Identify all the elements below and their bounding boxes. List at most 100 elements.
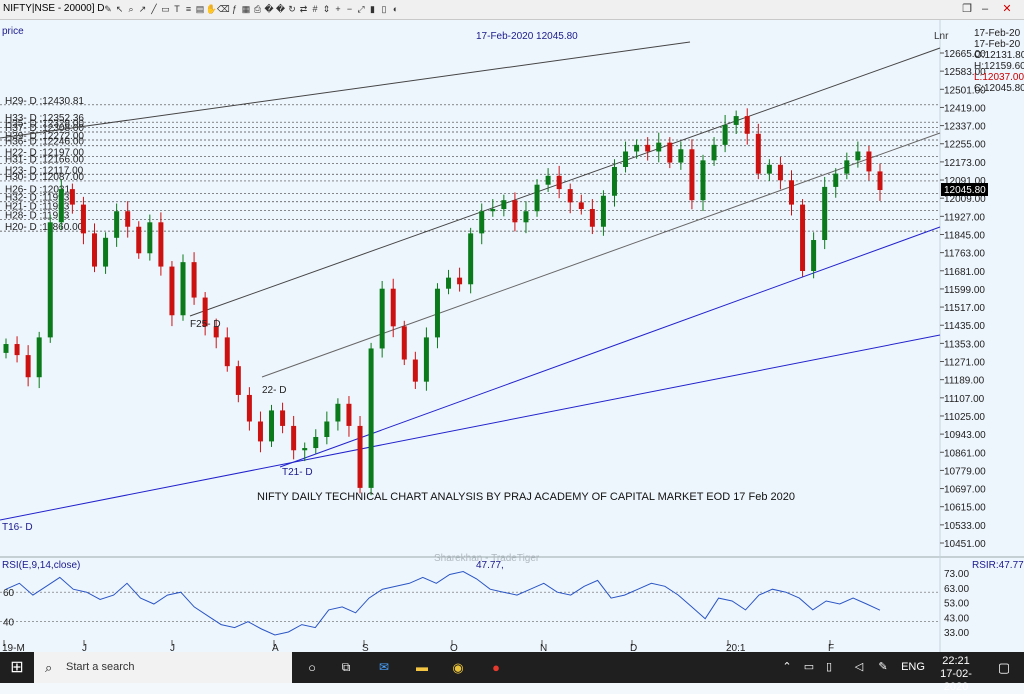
candle-body[interactable] (324, 421, 330, 437)
candle-body[interactable] (191, 262, 197, 298)
candle-body[interactable] (777, 164, 783, 181)
notifications-icon[interactable]: ▢ (990, 652, 1018, 683)
candle-body[interactable] (136, 226, 142, 254)
candle-body[interactable] (291, 425, 297, 451)
indicator-icon[interactable]: ƒ (229, 3, 241, 15)
trend-line[interactable] (279, 226, 941, 468)
candle-body[interactable] (755, 133, 761, 174)
candle-body[interactable] (733, 116, 739, 125)
candle-body[interactable] (14, 344, 20, 356)
candle-body[interactable] (523, 211, 529, 223)
candle-body[interactable] (357, 425, 363, 488)
candle-body[interactable] (556, 175, 562, 190)
candle-body[interactable] (833, 173, 839, 187)
candle-body[interactable] (656, 142, 662, 152)
clock[interactable]: 22:21 17-02-2020 (930, 652, 982, 693)
windows-start-icon[interactable]: ⊞ (0, 652, 34, 683)
candle-body[interactable] (302, 448, 308, 451)
candle-body[interactable] (379, 288, 385, 349)
candle-body[interactable] (722, 124, 728, 145)
candle-body[interactable] (811, 240, 817, 271)
candle-body[interactable] (47, 222, 53, 338)
candle-body[interactable] (490, 209, 496, 212)
candle-body[interactable] (600, 195, 606, 227)
mail-icon[interactable]: ✉ (372, 652, 396, 683)
trend-line[interactable] (189, 47, 941, 317)
candle-body[interactable] (346, 403, 352, 426)
candle-body[interactable] (744, 116, 750, 134)
rect-icon[interactable]: ▭ (160, 3, 172, 15)
candle-body[interactable] (711, 144, 717, 161)
candle-body[interactable] (611, 166, 617, 196)
task-view-icon[interactable]: ⧉ (334, 652, 358, 683)
candle-body[interactable] (423, 337, 429, 382)
candle-body[interactable] (855, 151, 861, 161)
candle-body[interactable] (623, 151, 629, 167)
settings-icon[interactable]: ◐ (390, 3, 402, 15)
candle-body[interactable] (645, 144, 651, 152)
scale-icon[interactable]: # (309, 3, 321, 15)
language-indicator[interactable]: ENG (900, 652, 926, 683)
candle-body[interactable] (80, 204, 86, 234)
candle-body[interactable] (257, 421, 263, 442)
restore-icon[interactable]: ❐ (960, 2, 974, 16)
candle-body[interactable] (224, 337, 230, 367)
close-icon[interactable]: ✕ (1000, 2, 1014, 16)
trend-line[interactable] (0, 41, 691, 139)
candle-body[interactable] (269, 410, 275, 442)
erase-icon[interactable]: ⌫ (217, 3, 230, 15)
color-icon[interactable]: ▯ (378, 3, 390, 15)
network-icon[interactable]: ▭ (800, 652, 818, 683)
draw-icon[interactable]: ✎ (102, 3, 114, 15)
zoom-out-icon[interactable]: + (332, 3, 344, 15)
chrome-icon[interactable]: ◉ (446, 652, 470, 683)
candle-body[interactable] (125, 211, 131, 227)
candle-body[interactable] (700, 160, 706, 201)
price-chart[interactable]: H29- D :12430.81H33- D :12352.36H35- D :… (0, 20, 1024, 654)
candle-body[interactable] (634, 144, 640, 152)
candle-body[interactable] (567, 189, 573, 203)
candle-body[interactable] (866, 151, 872, 172)
candle-body[interactable] (822, 186, 828, 241)
candle-body[interactable] (844, 160, 850, 174)
candle-icon[interactable]: ▮ (367, 3, 379, 15)
candle-body[interactable] (678, 149, 684, 163)
candle-body[interactable] (446, 277, 452, 289)
candle-body[interactable] (3, 344, 9, 353)
channel-icon[interactable]: ▤ (194, 3, 206, 15)
candle-body[interactable] (25, 355, 31, 378)
candle-body[interactable] (667, 142, 673, 163)
zoom-in-icon[interactable]: ⇕ (321, 3, 333, 15)
line-icon[interactable]: ╱ (148, 3, 160, 15)
volume-icon[interactable]: ◁ (850, 652, 868, 683)
arrow-icon[interactable]: ↗ (137, 3, 149, 15)
candle-body[interactable] (92, 233, 98, 267)
candle-body[interactable] (578, 202, 584, 210)
candle-body[interactable] (103, 237, 109, 267)
pen-icon[interactable]: ✎ (874, 652, 892, 683)
chart-area[interactable]: H29- D :12430.81 H33- D :12352.36 H35- D :… (0, 20, 1024, 654)
candle-body[interactable] (313, 436, 319, 449)
candle-body[interactable] (246, 394, 252, 422)
candle-body[interactable] (800, 204, 806, 271)
candle-body[interactable] (69, 189, 75, 205)
candle-body[interactable] (169, 266, 175, 316)
candle-body[interactable] (412, 359, 418, 382)
candle-body[interactable] (114, 211, 120, 238)
candle-body[interactable] (235, 366, 241, 395)
candle-body[interactable] (158, 222, 164, 267)
candle-body[interactable] (788, 180, 794, 205)
candle-body[interactable] (36, 337, 42, 378)
candle-body[interactable] (877, 171, 883, 190)
candle-body[interactable] (501, 200, 507, 210)
cortana-icon[interactable]: ○ (300, 652, 324, 683)
candle-body[interactable] (390, 288, 396, 327)
candle-body[interactable] (180, 262, 186, 316)
battery-icon[interactable]: ▯ (820, 652, 838, 683)
fit-icon[interactable]: − (344, 3, 356, 15)
fib-icon[interactable]: ≡ (183, 3, 195, 15)
candle-body[interactable] (689, 149, 695, 201)
candle-body[interactable] (479, 211, 485, 234)
candle-body[interactable] (147, 222, 153, 254)
zoom-icon[interactable]: ⌕ (125, 3, 137, 15)
